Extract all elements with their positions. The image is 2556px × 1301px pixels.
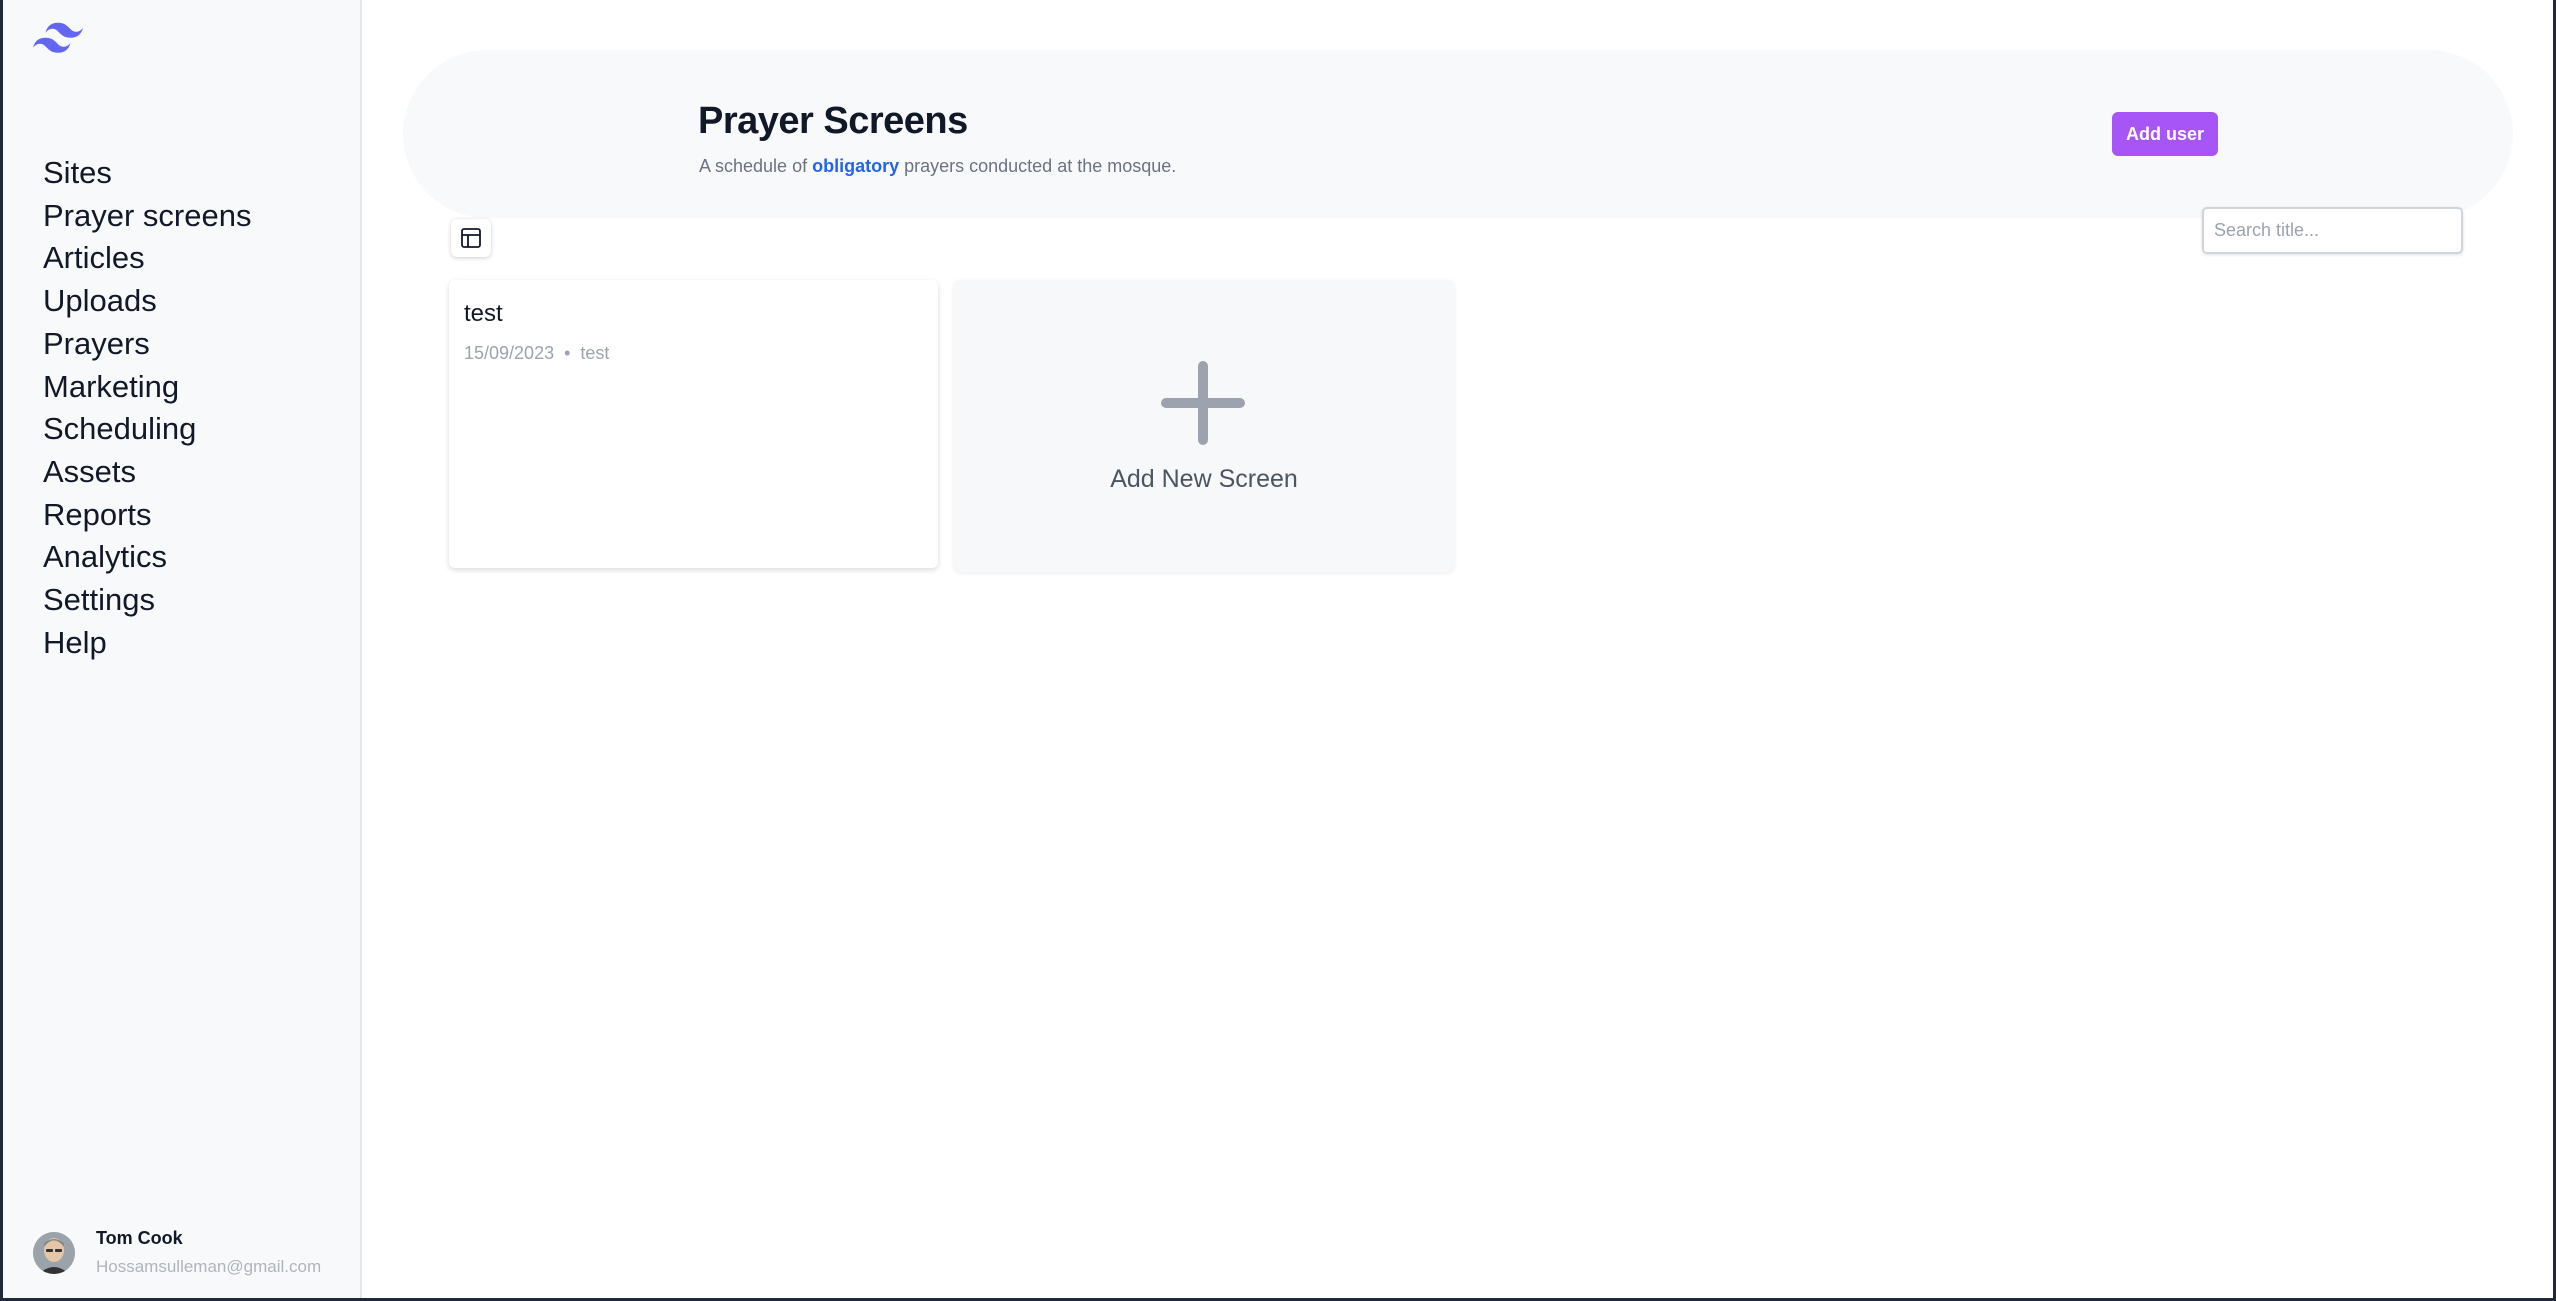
separator-dot: •	[564, 343, 571, 363]
description-text-start: A schedule of	[699, 156, 813, 176]
sidebar-item-settings[interactable]: Settings	[43, 579, 251, 622]
user-name: Tom Cook	[96, 1228, 183, 1248]
sidebar-item-analytics[interactable]: Analytics	[43, 536, 251, 579]
sidebar-item-reports[interactable]: Reports	[43, 494, 251, 537]
screen-card-meta: 15/09/2023 • test	[464, 343, 609, 364]
sidebar-item-articles[interactable]: Articles	[43, 237, 251, 280]
add-new-screen-label: Add New Screen	[1110, 465, 1298, 493]
search-input[interactable]	[2202, 207, 2463, 254]
sidebar-item-sites[interactable]: Sites	[43, 152, 251, 195]
avatar	[33, 1232, 75, 1274]
sidebar-item-marketing[interactable]: Marketing	[43, 366, 251, 409]
add-user-button[interactable]: Add user	[2112, 112, 2218, 156]
add-new-screen-card[interactable]: Add New Screen	[954, 280, 1454, 572]
description-highlight: obligatory	[812, 156, 900, 176]
table-layout-icon	[461, 228, 481, 248]
tailwind-logo-icon[interactable]	[33, 22, 83, 54]
user-email: Hossamsulleman@gmail.com	[96, 1257, 322, 1276]
screen-card-title: test	[464, 300, 503, 327]
sidebar-item-prayer-screens[interactable]: Prayer screens	[43, 195, 251, 238]
screen-card-tag: test	[580, 343, 610, 363]
sidebar-item-prayers[interactable]: Prayers	[43, 323, 251, 366]
page-title: Prayer Screens	[698, 100, 968, 142]
sidebar: Sites Prayer screens Articles Uploads Pr…	[3, 0, 362, 1298]
description-text-end: prayers conducted at the mosque.	[899, 156, 1177, 176]
sidebar-item-scheduling[interactable]: Scheduling	[43, 408, 251, 451]
user-profile[interactable]: Tom Cook Hossamsulleman@gmail.com	[33, 1228, 353, 1284]
sidebar-item-help[interactable]: Help	[43, 622, 251, 665]
sidebar-item-uploads[interactable]: Uploads	[43, 280, 251, 323]
screen-card[interactable]: test 15/09/2023 • test	[449, 280, 938, 568]
sidebar-nav: Sites Prayer screens Articles Uploads Pr…	[43, 152, 251, 664]
view-toggle-button[interactable]	[451, 219, 491, 257]
plus-icon	[1161, 361, 1245, 445]
page-header: Prayer Screens A schedule of obligatory …	[403, 50, 2513, 218]
sidebar-item-assets[interactable]: Assets	[43, 451, 251, 494]
page-description: A schedule of obligatory prayers conduct…	[699, 156, 1176, 177]
screen-card-date: 15/09/2023	[464, 343, 555, 363]
